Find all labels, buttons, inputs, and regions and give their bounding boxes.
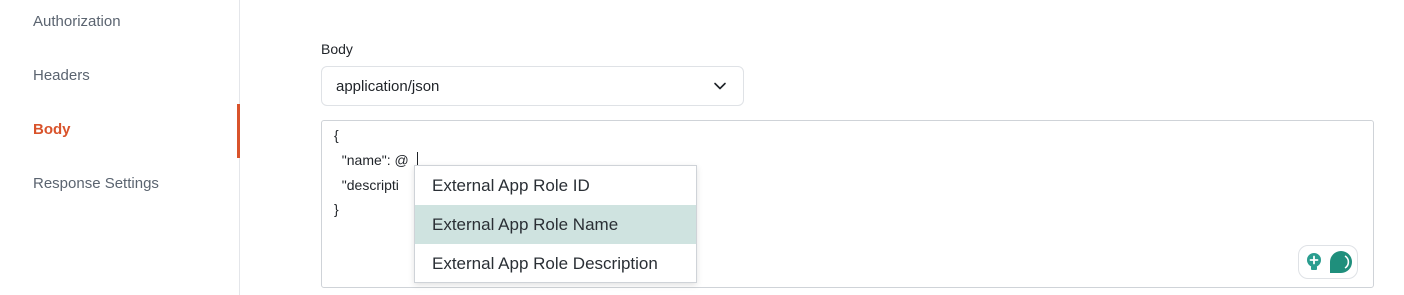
content-type-value: application/json	[336, 78, 440, 95]
autocomplete-dropdown: External App Role ID External App Role N…	[414, 165, 697, 283]
code-line: {	[334, 127, 339, 143]
content-type-select[interactable]: application/json	[321, 66, 744, 106]
assistant-widget[interactable]	[1298, 245, 1358, 279]
sidebar-item-headers[interactable]: Headers	[33, 67, 90, 84]
chat-bubble-icon	[1330, 251, 1352, 273]
autocomplete-option[interactable]: External App Role Description	[415, 244, 696, 283]
sidebar-item-authorization[interactable]: Authorization	[33, 13, 121, 30]
sidebar-item-response-settings[interactable]: Response Settings	[33, 175, 159, 192]
body-label: Body	[321, 41, 353, 57]
active-indicator	[237, 104, 240, 158]
code-line: }	[334, 201, 339, 217]
autocomplete-option[interactable]: External App Role ID	[415, 166, 696, 205]
chevron-down-icon	[714, 82, 726, 90]
sidebar-item-body[interactable]: Body	[33, 121, 71, 138]
assistant-icons	[1307, 251, 1352, 273]
lightbulb-plus-icon	[1307, 253, 1321, 270]
autocomplete-option-selected[interactable]: External App Role Name	[415, 205, 696, 244]
sidebar: Authorization Headers Body Response Sett…	[0, 0, 240, 295]
code-line: "name": @	[334, 152, 409, 168]
code-line: "descripti	[334, 177, 399, 193]
